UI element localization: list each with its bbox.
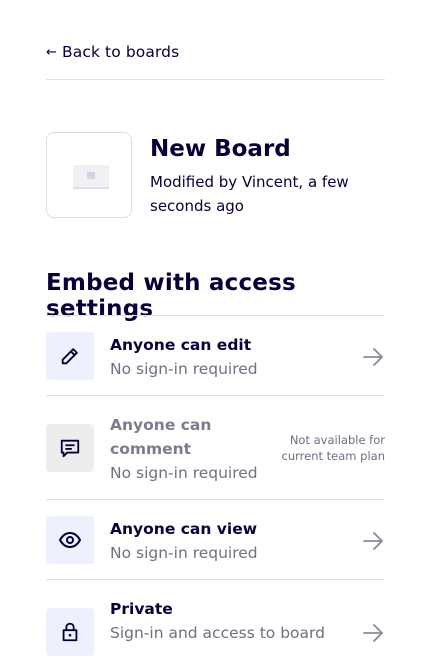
board-preview-image <box>73 165 109 189</box>
divider <box>46 79 385 80</box>
arrow-right-icon[interactable] <box>361 345 385 369</box>
option-private[interactable]: Private Sign-in and access to board <box>46 579 385 660</box>
option-sub: No sign-in required <box>110 464 258 482</box>
arrow-right-icon[interactable] <box>361 621 385 645</box>
option-sub: No sign-in required <box>110 544 258 562</box>
option-anyone-can-view[interactable]: Anyone can view No sign-in required <box>46 499 385 580</box>
option-sub: Sign-in and access to board <box>110 624 325 642</box>
back-to-boards-link[interactable]: ← Back to boards <box>46 41 179 63</box>
option-sub: No sign-in required <box>110 360 258 378</box>
eye-icon <box>46 516 94 564</box>
option-anyone-can-edit[interactable]: Anyone can edit No sign-in required <box>46 315 385 396</box>
option-anyone-can-comment: Anyone can comment No sign-in required N… <box>46 395 385 500</box>
option-label: Anyone can view <box>110 520 258 538</box>
board-thumbnail <box>46 132 132 218</box>
board-preview-mark <box>87 172 95 179</box>
back-label: Back to boards <box>62 43 180 61</box>
option-label: Private <box>110 600 173 618</box>
arrow-left-icon: ← <box>46 44 57 60</box>
arrow-right-icon[interactable] <box>361 529 385 553</box>
option-label: Anyone can comment <box>110 416 212 458</box>
pencil-icon <box>46 332 94 380</box>
board-title: New Board <box>150 136 291 162</box>
comment-icon <box>46 424 94 472</box>
board-summary: New Board Modified by Vincent, a few sec… <box>46 132 385 222</box>
board-modified-info: Modified by Vincent, a few seconds ago <box>150 173 349 215</box>
lock-icon <box>46 608 94 656</box>
option-label: Anyone can edit <box>110 336 252 354</box>
plan-restriction-note: Not available for current team plan <box>281 433 385 463</box>
